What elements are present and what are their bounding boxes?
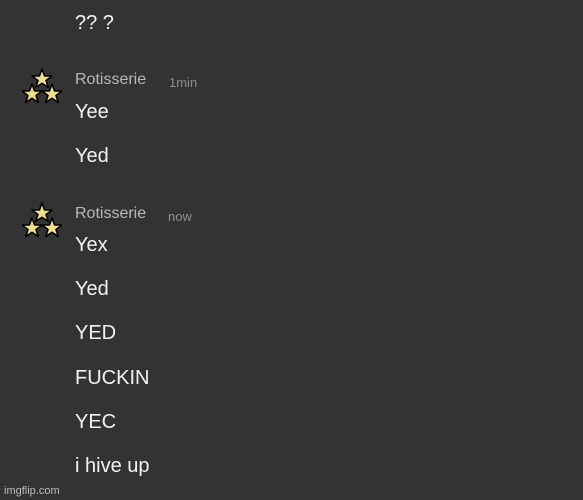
username[interactable]: Rotisserie	[75, 70, 146, 90]
message-text: FUCKIN	[75, 367, 150, 389]
message-text: Yex	[75, 234, 108, 256]
timestamp: now	[168, 209, 192, 224]
timestamp: 1min	[169, 75, 198, 90]
three-stars-icon[interactable]	[22, 68, 62, 104]
message-text: YEC	[75, 411, 117, 433]
three-stars-icon[interactable]	[22, 202, 62, 238]
message-text: Yee	[75, 101, 109, 123]
message-text: ?? ?	[75, 12, 114, 34]
message-text: i hive up	[75, 455, 150, 477]
chat-log: ?? ? Rotisserie 1min Yee Yed Rotisserie …	[0, 0, 583, 500]
message-text: Yed	[75, 278, 109, 300]
message-text: YED	[75, 322, 117, 344]
username[interactable]: Rotisserie	[75, 204, 146, 224]
message-text: Yed	[75, 145, 109, 167]
watermark: imgflip.com	[4, 485, 60, 497]
